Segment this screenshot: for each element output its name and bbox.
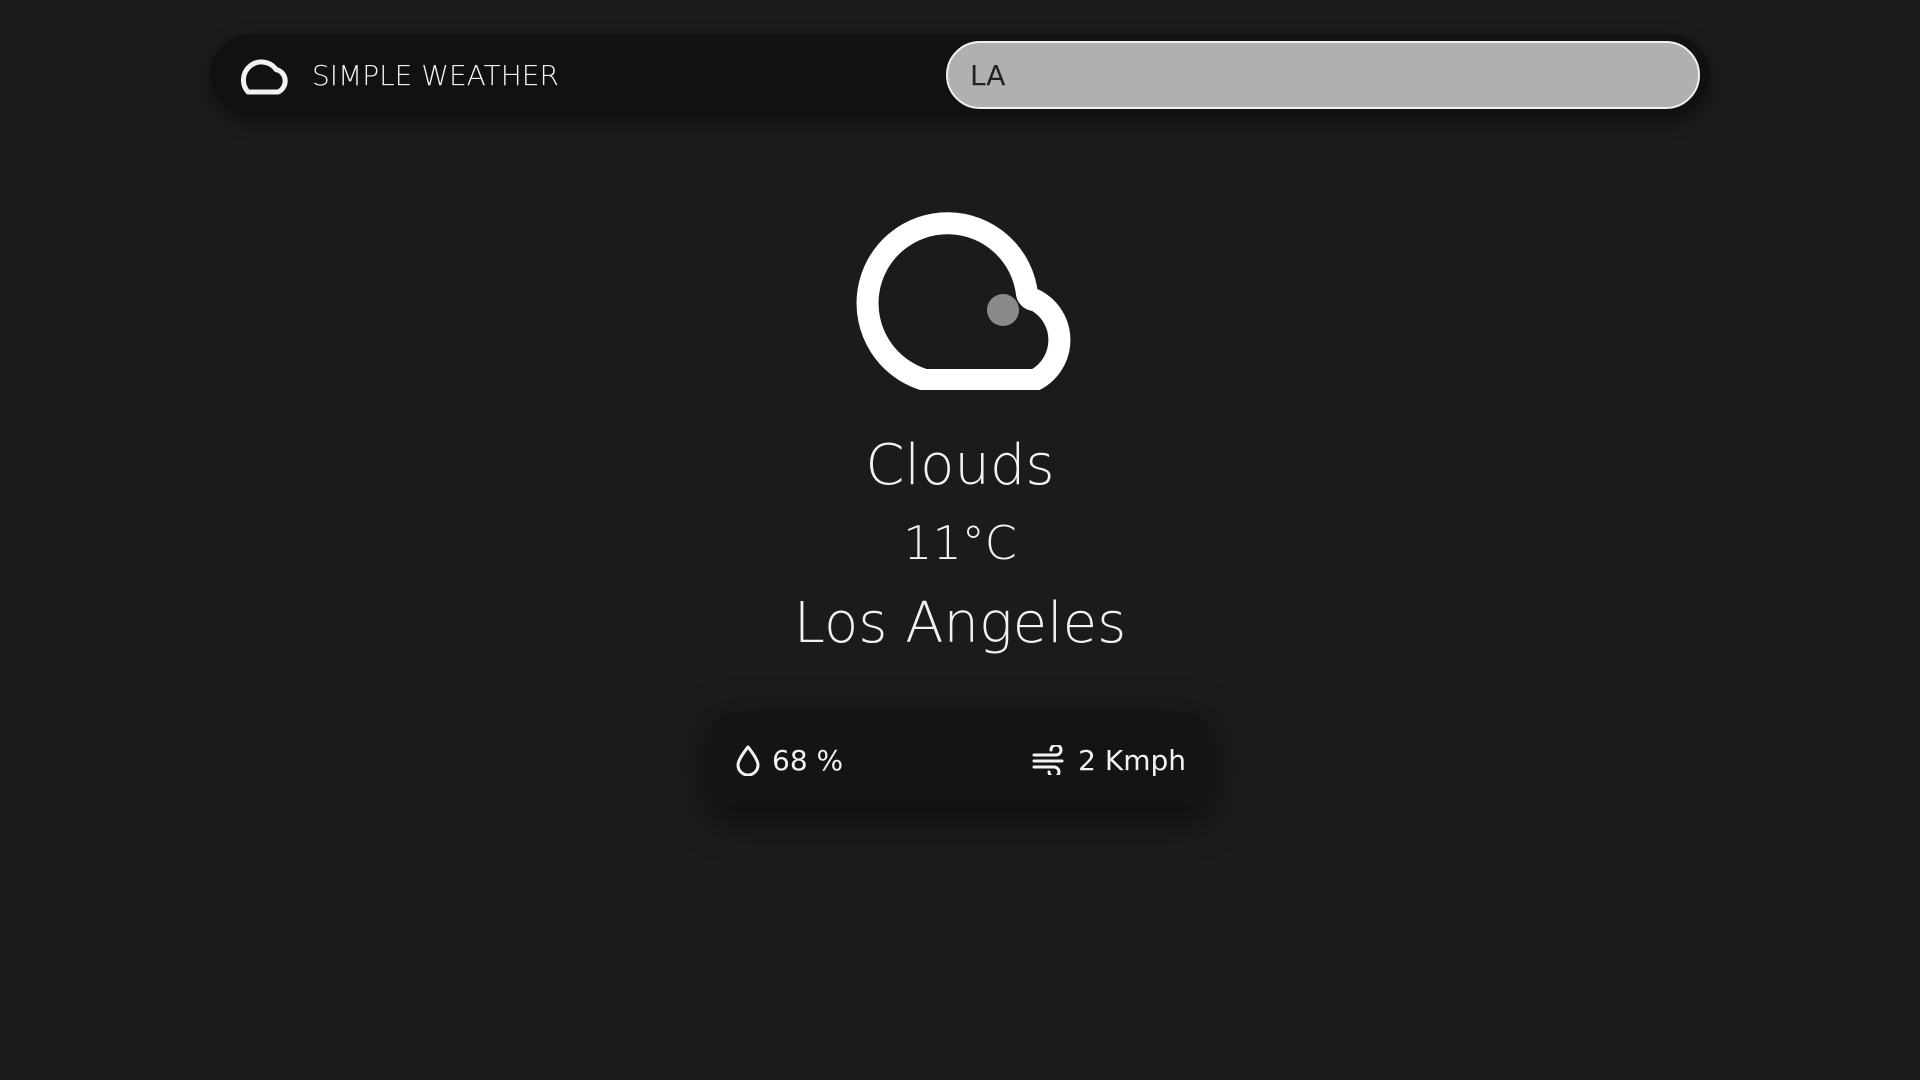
droplet-icon bbox=[734, 744, 762, 776]
search-input[interactable] bbox=[968, 57, 1698, 93]
wind-value: 2 Kmph bbox=[1078, 743, 1186, 777]
cloud-icon bbox=[835, 200, 1085, 390]
wind-icon bbox=[1032, 745, 1068, 775]
wind-speed: 2 Kmph bbox=[1032, 714, 1186, 806]
city-name: Los Angeles bbox=[793, 591, 1127, 656]
weather-condition: Clouds bbox=[865, 433, 1055, 498]
app-title: SIMPLE WEATHER bbox=[312, 58, 559, 92]
weather-details-card: 68 % 2 Kmph bbox=[712, 714, 1208, 806]
humidity: 68 % bbox=[734, 714, 843, 806]
current-weather: Clouds 11°C Los Angeles bbox=[0, 200, 1920, 652]
cloud-icon bbox=[232, 52, 294, 98]
header-bar: SIMPLE WEATHER bbox=[210, 34, 1710, 116]
humidity-value: 68 % bbox=[772, 743, 844, 777]
temperature: 11°C bbox=[903, 516, 1017, 570]
weather-app: SIMPLE WEATHER Clouds 11°C Los Angeles 6… bbox=[0, 0, 1920, 1080]
search-field[interactable] bbox=[946, 41, 1700, 109]
brand: SIMPLE WEATHER bbox=[232, 34, 559, 116]
